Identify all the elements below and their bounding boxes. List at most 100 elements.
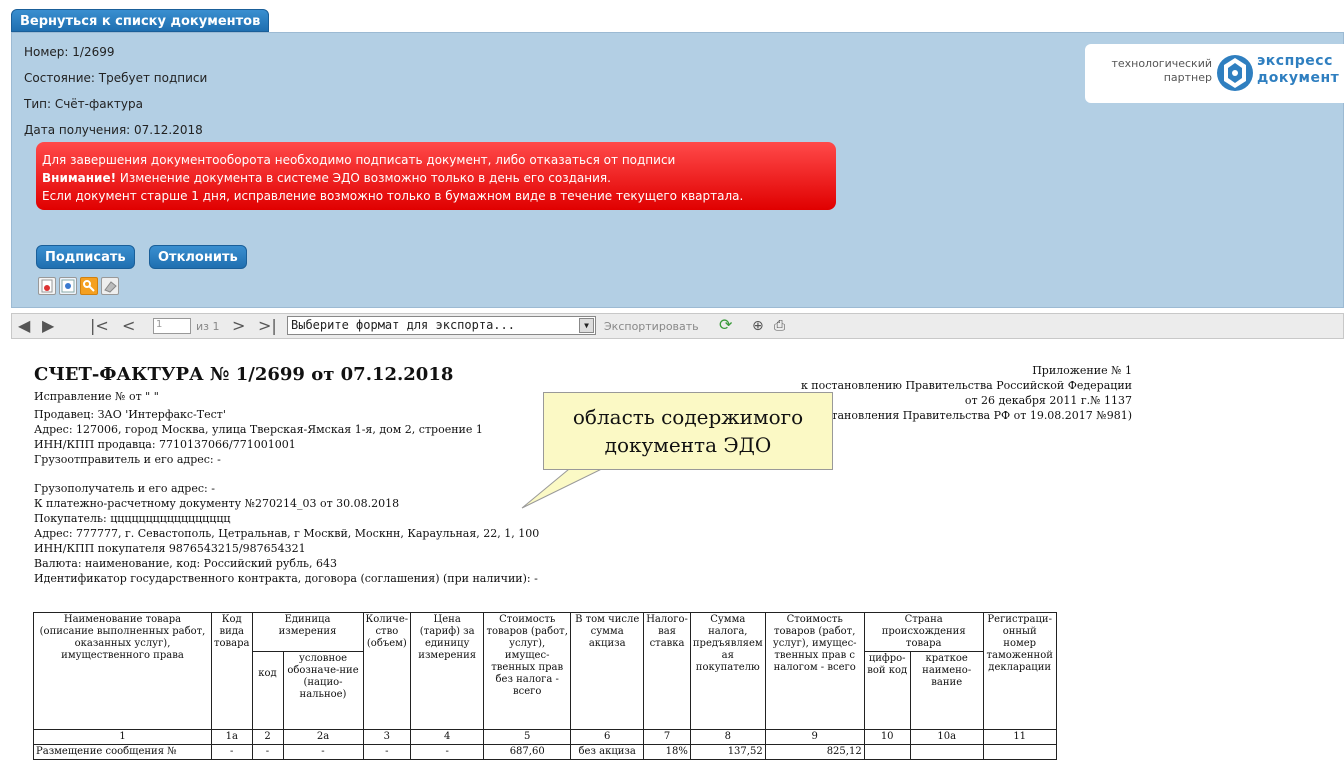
num-cell: 1а [211, 729, 253, 745]
brand-line2: документ [1257, 70, 1340, 86]
cell: - [211, 744, 253, 760]
chevron-down-icon[interactable]: ▼ [579, 318, 594, 333]
contract-id: Идентификатор государственного контракта… [34, 572, 538, 585]
th-name: Наименование товара (описание выполненны… [33, 612, 212, 730]
buyer-inn: ИНН/КПП покупателя 9876543215/987654321 [34, 542, 306, 555]
th-tax: Сумма налога, предъявляем ая покупателю [689, 612, 766, 730]
th-country-name: краткое наимено-вание [909, 651, 984, 730]
brand-name: экспресс документ [1257, 53, 1339, 87]
snowflake-logo-icon [1217, 55, 1253, 91]
table-header-row: Наименование товара (описание выполненны… [33, 612, 1057, 730]
cell [863, 744, 911, 760]
content-area-callout: область содержимого документа ЭДО [543, 392, 833, 470]
page-number-input[interactable]: 1 [153, 318, 191, 334]
num-cell: 7 [643, 729, 691, 745]
export-format-value: Выберите формат для экспорта... [291, 318, 515, 332]
num-cell: 5 [483, 729, 572, 745]
seller-inn: ИНН/КПП продавца: 7710137066/771001001 [34, 438, 296, 451]
invoice-title: СЧЕТ-ФАКТУРА № 1/2699 от 07.12.2018 [34, 364, 454, 385]
doc-received-date: Дата получения: 07.12.2018 [24, 123, 203, 137]
th-cost: Стоимость товаров (работ, услуг), имущес… [483, 612, 572, 730]
seller: Продавец: ЗАО 'Интерфакс-Тест' [34, 408, 226, 421]
sign-file-icon[interactable] [59, 277, 77, 295]
cell: 687,60 [483, 744, 572, 760]
buyer-address: Адрес: 777777, г. Севастополь, Цетральна… [34, 527, 540, 540]
partner-line2: партнер [1163, 71, 1212, 84]
num-cell: 9 [764, 729, 865, 745]
zoom-icon[interactable]: ⊕ [752, 317, 764, 335]
num-cell: 10а [909, 729, 984, 745]
num-cell: 11 [982, 729, 1057, 745]
page-count: из 1 [196, 320, 220, 333]
cell [982, 744, 1057, 760]
cell [909, 744, 984, 760]
th-price: Цена (тариф) за единицу измерения [410, 612, 485, 730]
payment-document: К платежно-расчетному документу №270214_… [34, 497, 400, 510]
callout-line2: документа ЭДО [604, 433, 772, 457]
cell: - [251, 744, 284, 760]
num-cell: 2 [251, 729, 284, 745]
table-number-row: 1 1а 2 2а 3 4 5 6 7 8 9 10 10а 11 [33, 729, 1057, 745]
brand-line1: экспресс [1257, 53, 1333, 69]
cell: - [282, 744, 364, 760]
num-cell: 2а [282, 729, 364, 745]
buyer: Покупатель: ццццццццццццццццц [34, 512, 231, 525]
alert-line2-rest: Изменение документа в системе ЭДО возмож… [116, 171, 611, 185]
cell: 18% [643, 744, 691, 760]
eraser-icon[interactable] [101, 277, 119, 295]
consignee: Грузополучатель и его адрес: - [34, 482, 215, 495]
back-icon[interactable]: ◀ [18, 317, 30, 335]
th-kind: Код вида товара [211, 612, 253, 730]
th-total: Стоимость товаров (работ, услуг), имущес… [764, 612, 865, 730]
alert-line2: Внимание! Изменение документа в системе … [42, 169, 836, 187]
th-qty: Количе-ство (объем) [362, 612, 412, 730]
doc-state: Состояние: Требует подписи [24, 71, 208, 85]
invoice-table: Наименование товара (описание выполненны… [33, 612, 1057, 760]
cell: без акциза [570, 744, 645, 760]
th-decl: Регистраци-онный номер таможенной деклар… [982, 612, 1057, 730]
th-rate: Налого-вая ставка [643, 612, 691, 730]
num-cell: 1 [33, 729, 212, 745]
th-country: Страна происхождения товара [863, 612, 984, 652]
cell: 137,52 [689, 744, 766, 760]
th-excise: В том числе сумма акциза [570, 612, 645, 730]
warning-alert: Для завершения документооборота необходи… [36, 142, 836, 210]
callout-line1: область содержимого [572, 405, 804, 429]
doc-number: Номер: 1/2699 [24, 45, 115, 59]
shipper: Грузоотправитель и его адрес: - [34, 453, 221, 466]
partner-caption: технологический партнер [1111, 57, 1212, 85]
back-to-list-button[interactable]: Вернуться к списку документов [11, 9, 270, 32]
currency: Валюта: наименование, код: Российский ру… [34, 557, 337, 570]
seller-address: Адрес: 127006, город Москва, улица Тверс… [34, 423, 483, 436]
sign-button[interactable]: Подписать [36, 245, 135, 269]
alert-bold: Внимание! [42, 171, 117, 185]
cell: - [362, 744, 412, 760]
partner-line1: технологический [1111, 57, 1212, 70]
next-page-icon[interactable]: > [232, 317, 245, 335]
num-cell: 10 [863, 729, 911, 745]
alert-line1: Для завершения документооборота необходи… [42, 153, 676, 167]
num-cell: 3 [362, 729, 412, 745]
certificate-icon[interactable] [38, 277, 56, 295]
num-cell: 4 [410, 729, 485, 745]
prev-page-icon[interactable]: < [122, 317, 135, 335]
num-cell: 6 [570, 729, 645, 745]
refresh-icon[interactable]: ⟳ [719, 316, 732, 334]
key-icon[interactable] [80, 277, 98, 295]
alert-line3: Если документ старше 1 дня, исправление … [42, 189, 744, 203]
forward-icon[interactable]: ▶ [42, 317, 54, 335]
export-format-select[interactable]: Выберите формат для экспорта... ▼ [287, 316, 596, 335]
print-icon[interactable]: ⎙ [774, 317, 785, 335]
appendix-line2: к постановлению Правительства Российской… [800, 379, 1132, 392]
doc-type: Тип: Счёт-фактура [24, 97, 143, 111]
cell: - [410, 744, 485, 760]
correction-line: Исправление № от " " [34, 390, 159, 403]
first-page-icon[interactable]: |< [90, 317, 109, 335]
reject-button[interactable]: Отклонить [149, 245, 247, 269]
appendix-line1: Приложение № 1 [1032, 364, 1132, 377]
last-page-icon[interactable]: >| [258, 317, 277, 335]
export-button[interactable]: Экспортировать [604, 320, 699, 333]
th-unit-symbol: условное обозначе-ние (нацио-нальное) [282, 651, 364, 730]
th-unit: Единица измерения [251, 612, 364, 652]
cell-name: Размещение сообщения № [33, 744, 212, 760]
